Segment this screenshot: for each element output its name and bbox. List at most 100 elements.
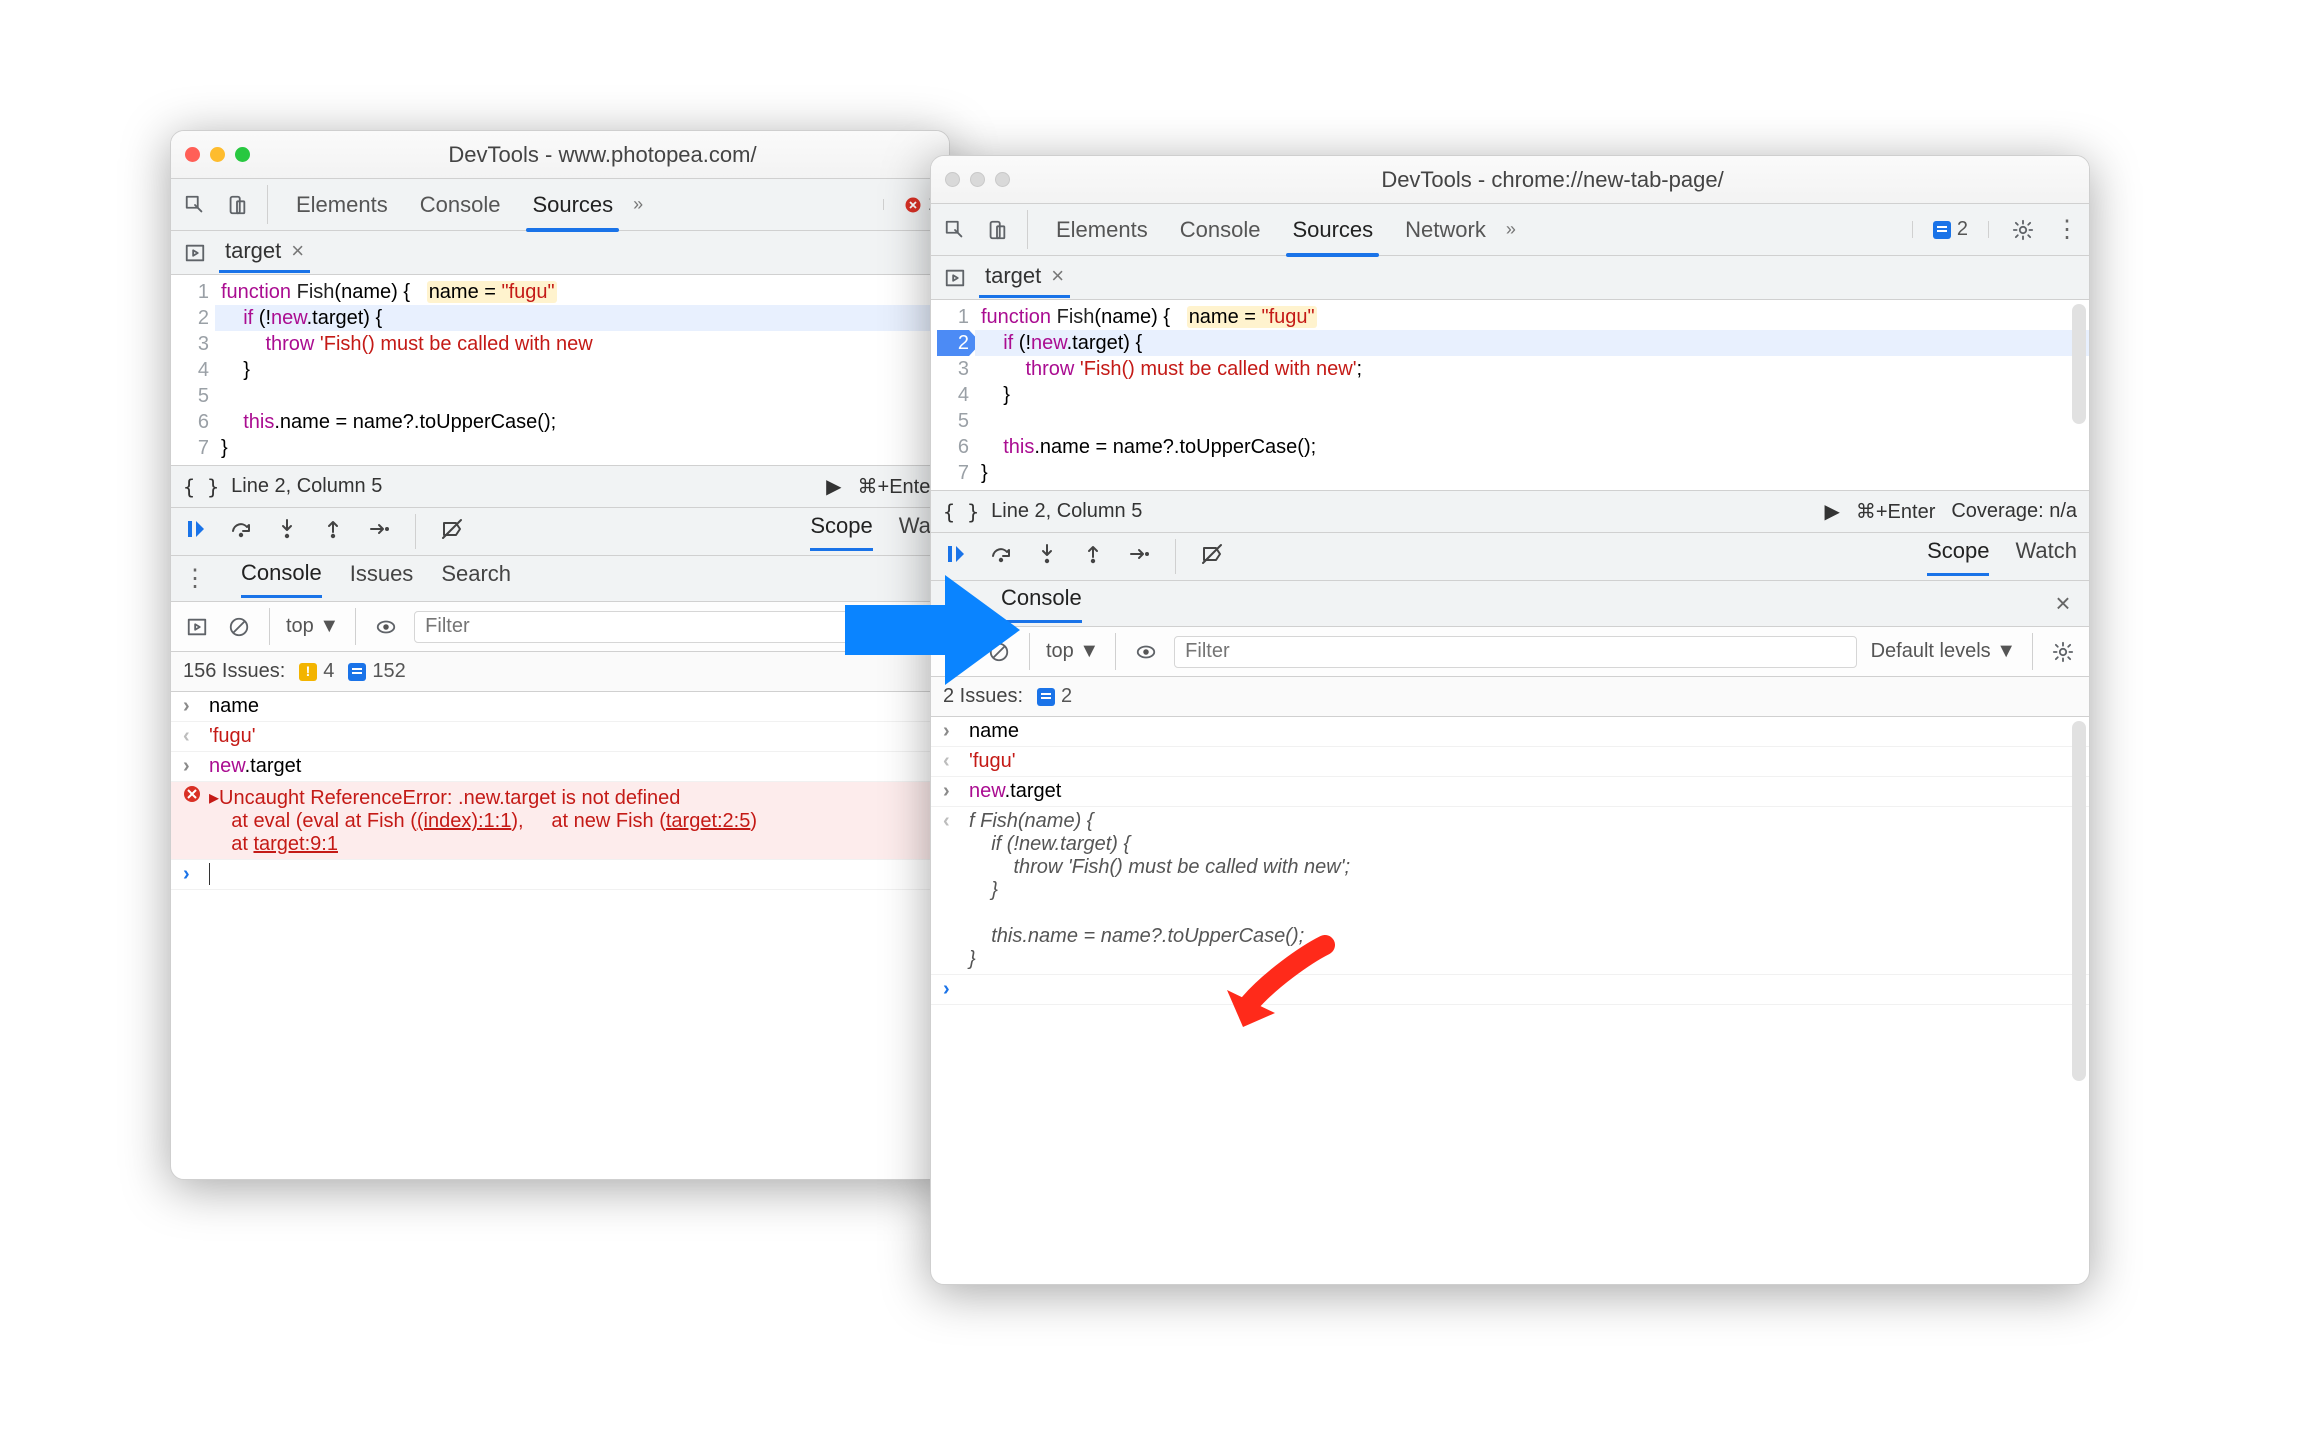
tab-console[interactable]: Console bbox=[418, 181, 503, 229]
console-output[interactable]: ›name‹'fugu'›new.target‹f Fish(name) { i… bbox=[931, 717, 2089, 1005]
svg-text:!: ! bbox=[306, 663, 311, 679]
inspect-icon[interactable] bbox=[181, 191, 209, 219]
filter-input[interactable] bbox=[414, 611, 869, 643]
close-drawer-icon[interactable]: × bbox=[2049, 590, 2077, 618]
issues-info-count: 152 bbox=[372, 660, 405, 683]
file-tab-bar: target × bbox=[171, 231, 949, 275]
drawer-tabs: ⋮ Console Issues Search bbox=[171, 556, 949, 602]
panel-tabs: Elements Console Sources bbox=[294, 181, 615, 229]
live-expression-icon[interactable] bbox=[372, 613, 400, 641]
step-into-icon[interactable] bbox=[275, 517, 299, 546]
cursor-position: Line 2, Column 5 bbox=[231, 475, 382, 498]
tab-issues[interactable]: Issues bbox=[350, 561, 414, 596]
sidebar-toggle-icon[interactable] bbox=[183, 613, 211, 641]
editor-status: { } Line 2, Column 5 ▶ ⌘+Enter bbox=[171, 466, 949, 508]
divider bbox=[1175, 539, 1176, 574]
console-toolbar: top ▼ Default levels ▼ bbox=[931, 627, 2089, 677]
step-into-icon[interactable] bbox=[1035, 542, 1059, 571]
tab-watch[interactable]: Watch bbox=[2015, 538, 2077, 576]
divider bbox=[1988, 221, 1989, 238]
devtools-window-right: DevTools - chrome://new-tab-page/ Elemen… bbox=[930, 155, 2090, 1285]
issues-summary[interactable]: 2 Issues: 2 bbox=[931, 677, 2089, 717]
tab-elements[interactable]: Elements bbox=[1054, 206, 1150, 254]
context-selector[interactable]: top ▼ bbox=[1046, 640, 1099, 663]
file-tab-target[interactable]: target × bbox=[979, 257, 1070, 298]
step-over-icon[interactable] bbox=[229, 517, 253, 546]
minimize-icon[interactable] bbox=[970, 172, 985, 187]
annotation-blue-arrow-icon bbox=[835, 560, 1025, 700]
zoom-icon[interactable] bbox=[995, 172, 1010, 187]
tab-scope[interactable]: Scope bbox=[1927, 538, 1989, 576]
device-icon[interactable] bbox=[223, 191, 251, 219]
step-out-icon[interactable] bbox=[1081, 542, 1105, 571]
navigator-toggle-icon[interactable] bbox=[181, 239, 209, 267]
deactivate-breakpoints-icon[interactable] bbox=[440, 517, 464, 546]
tab-console[interactable]: Console bbox=[241, 560, 322, 598]
kebab-icon[interactable]: ⋮ bbox=[183, 564, 207, 593]
tab-network[interactable]: Network bbox=[1403, 206, 1488, 254]
divider bbox=[2032, 633, 2033, 670]
issues-summary[interactable]: 156 Issues: !4 152 bbox=[171, 652, 949, 692]
tab-sources[interactable]: Sources bbox=[1290, 206, 1375, 254]
settings-icon[interactable] bbox=[2049, 638, 2077, 666]
deactivate-breakpoints-icon[interactable] bbox=[1200, 542, 1224, 571]
step-out-icon[interactable] bbox=[321, 517, 345, 546]
device-icon[interactable] bbox=[983, 216, 1011, 244]
tab-scope[interactable]: Scope bbox=[810, 513, 872, 551]
divider bbox=[269, 608, 270, 645]
minimize-icon[interactable] bbox=[210, 147, 225, 162]
tab-console[interactable]: Console bbox=[1178, 206, 1263, 254]
run-icon[interactable]: ▶ bbox=[1824, 499, 1839, 524]
more-tabs-icon[interactable]: » bbox=[633, 194, 643, 215]
resume-icon[interactable] bbox=[183, 517, 207, 546]
close-icon[interactable]: × bbox=[1051, 263, 1064, 289]
divider bbox=[1029, 633, 1030, 670]
titlebar[interactable]: DevTools - www.photopea.com/ bbox=[171, 131, 949, 179]
info-count[interactable]: 2 bbox=[1933, 218, 1968, 241]
console-output[interactable]: ›name‹'fugu'›new.target▸Uncaught Referen… bbox=[171, 692, 949, 890]
divider bbox=[1115, 633, 1116, 670]
levels-selector[interactable]: Default levels ▼ bbox=[1871, 640, 2016, 663]
run-shortcut: ⌘+Enter bbox=[1856, 499, 1935, 524]
close-icon[interactable] bbox=[185, 147, 200, 162]
context-selector[interactable]: top ▼ bbox=[286, 615, 339, 638]
code-editor[interactable]: 1234567function Fish(name) { name = "fug… bbox=[931, 300, 2089, 491]
traffic-lights bbox=[185, 147, 250, 162]
code-editor[interactable]: 1234567function Fish(name) { name = "fug… bbox=[171, 275, 949, 466]
live-expression-icon[interactable] bbox=[1132, 638, 1160, 666]
clear-console-icon[interactable] bbox=[225, 613, 253, 641]
tab-search[interactable]: Search bbox=[441, 561, 511, 596]
more-tabs-icon[interactable]: » bbox=[1506, 219, 1516, 240]
tab-elements[interactable]: Elements bbox=[294, 181, 390, 229]
info-count-value: 2 bbox=[1957, 218, 1968, 241]
divider bbox=[415, 514, 416, 549]
titlebar[interactable]: DevTools - chrome://new-tab-page/ bbox=[931, 156, 2089, 204]
main-toolbar: Elements Console Sources Network » 2 ⋮ bbox=[931, 204, 2089, 256]
debugger-toolbar: Scope Watch bbox=[931, 533, 2089, 581]
scrollbar[interactable] bbox=[2072, 721, 2086, 1081]
kebab-icon[interactable]: ⋮ bbox=[2055, 215, 2079, 244]
devtools-window-left: DevTools - www.photopea.com/ Elements Co… bbox=[170, 130, 950, 1180]
inspect-icon[interactable] bbox=[941, 216, 969, 244]
file-tab-label: target bbox=[225, 238, 281, 264]
filter-input[interactable] bbox=[1174, 636, 1856, 668]
close-icon[interactable] bbox=[945, 172, 960, 187]
console-toolbar: top ▼ Defau bbox=[171, 602, 949, 652]
step-icon[interactable] bbox=[367, 517, 391, 546]
pretty-print-icon[interactable]: { } bbox=[183, 475, 219, 499]
step-icon[interactable] bbox=[1127, 542, 1151, 571]
traffic-lights bbox=[945, 172, 1010, 187]
settings-icon[interactable] bbox=[2009, 216, 2037, 244]
run-icon[interactable]: ▶ bbox=[826, 474, 841, 499]
zoom-icon[interactable] bbox=[235, 147, 250, 162]
issues-info-count: 2 bbox=[1061, 685, 1072, 708]
close-icon[interactable]: × bbox=[291, 238, 304, 264]
navigator-toggle-icon[interactable] bbox=[941, 264, 969, 292]
scrollbar[interactable] bbox=[2072, 304, 2086, 424]
main-toolbar: Elements Console Sources » 1 bbox=[171, 179, 949, 231]
divider bbox=[883, 199, 884, 210]
file-tab-label: target bbox=[985, 263, 1041, 289]
file-tab-target[interactable]: target × bbox=[219, 232, 310, 273]
pretty-print-icon[interactable]: { } bbox=[943, 500, 979, 524]
tab-sources[interactable]: Sources bbox=[530, 181, 615, 229]
